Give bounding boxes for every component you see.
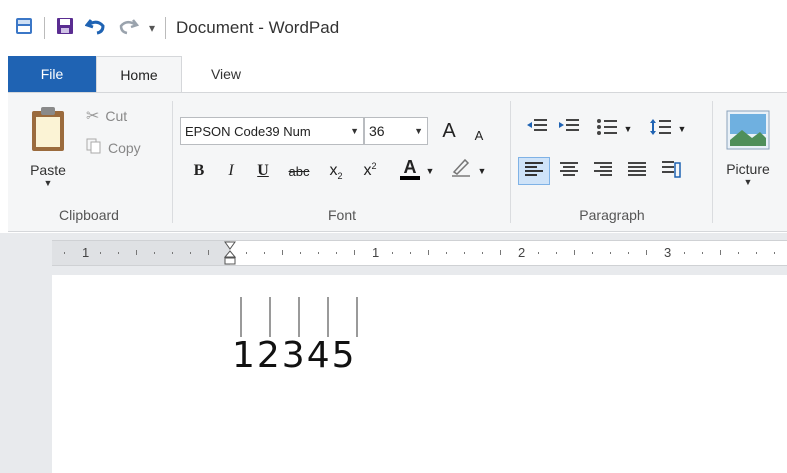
- highlighter-pen-icon: [450, 156, 472, 183]
- text-color-dropdown-icon[interactable]: ▼: [424, 159, 436, 183]
- justify-button[interactable]: [624, 159, 650, 183]
- text-color-icon: A: [403, 157, 417, 177]
- underline-button[interactable]: U: [252, 159, 274, 183]
- toolbar-separator: [165, 17, 167, 39]
- copy-icon: [86, 138, 102, 159]
- toolbar-separator: [44, 17, 45, 39]
- paragraph-settings-button[interactable]: [658, 159, 684, 183]
- font-group-label: Font: [327, 207, 356, 223]
- paste-button[interactable]: Paste ▼: [20, 101, 76, 191]
- align-center-icon: [559, 161, 579, 182]
- line-spacing-dropdown-icon[interactable]: ▼: [676, 117, 688, 141]
- tab-home[interactable]: Home: [96, 56, 182, 93]
- line-spacing-button[interactable]: [648, 117, 674, 141]
- increase-indent-button[interactable]: [556, 117, 582, 141]
- underline-icon: U: [257, 162, 269, 179]
- decrease-indent-button[interactable]: [524, 117, 550, 141]
- font-family-dropdown-icon[interactable]: ▼: [350, 126, 359, 136]
- tab-view[interactable]: View: [196, 56, 256, 92]
- bullet-list-button[interactable]: [594, 117, 620, 141]
- picture-label: Picture: [726, 160, 770, 177]
- cut-label: Cut: [105, 108, 128, 124]
- align-left-button[interactable]: [518, 157, 550, 185]
- ribbon-tabs: File Home View: [0, 56, 787, 93]
- ruler-area: 1 1 2 3: [0, 233, 787, 275]
- paste-dropdown-icon[interactable]: ▼: [44, 178, 53, 188]
- align-left-icon: [524, 161, 544, 182]
- document-text[interactable]: 12345: [232, 335, 357, 376]
- ribbon: Paste ▼ ✂ Cut Copy Clipboard EPSON Code3…: [8, 92, 787, 232]
- paste-label: Paste: [30, 161, 66, 178]
- italic-button[interactable]: I: [220, 159, 242, 183]
- copy-label: Copy: [108, 140, 141, 156]
- quick-access-toolbar: ▾: [14, 16, 167, 41]
- highlight-button[interactable]: [448, 157, 474, 181]
- app-icon[interactable]: [14, 16, 34, 41]
- line-spacing-icon: [650, 118, 672, 141]
- group-separator: [172, 101, 173, 223]
- document-background: 12345: [0, 275, 787, 473]
- superscript-marker-icon: 2: [371, 161, 377, 171]
- scissors-icon: ✂: [86, 108, 100, 125]
- subscript-marker-icon: 2: [337, 171, 343, 181]
- cut-button[interactable]: ✂ Cut: [86, 103, 156, 129]
- shrink-font-icon: A: [474, 127, 484, 143]
- undo-icon[interactable]: [84, 16, 107, 41]
- group-separator: [712, 101, 713, 223]
- picture-dropdown-icon[interactable]: ▼: [744, 177, 753, 187]
- picture-button[interactable]: Picture ▼: [718, 103, 778, 193]
- bullet-list-icon: [596, 118, 618, 141]
- paragraph-group-label: Paragraph: [579, 207, 645, 223]
- bold-icon: B: [193, 162, 205, 179]
- grow-font-icon: A: [442, 119, 456, 142]
- clipboard-group: Paste ▼ ✂ Cut Copy Clipboard: [8, 93, 170, 231]
- superscript-icon: x: [363, 162, 372, 179]
- grow-font-button[interactable]: A: [438, 119, 460, 143]
- subscript-button[interactable]: x2: [324, 159, 348, 183]
- barcode-bar: [298, 297, 300, 337]
- window-title: Document - WordPad: [176, 18, 340, 37]
- superscript-button[interactable]: x2: [358, 159, 382, 183]
- group-separator: [510, 101, 511, 223]
- highlight-dropdown-icon[interactable]: ▼: [476, 159, 488, 183]
- barcode-bar: [356, 297, 358, 337]
- picture-icon: [726, 110, 770, 155]
- tab-file[interactable]: File: [8, 56, 96, 92]
- redo-icon[interactable]: [117, 16, 140, 41]
- font-family-select[interactable]: EPSON Code39 Num ▼: [180, 117, 364, 145]
- font-size-select[interactable]: 36 ▼: [364, 117, 428, 145]
- font-family-value: EPSON Code39 Num: [185, 123, 311, 139]
- increase-indent-icon: [558, 118, 580, 141]
- clipboard-group-label: Clipboard: [59, 207, 119, 223]
- customize-qat-chevron-icon[interactable]: ▾: [149, 21, 155, 35]
- decrease-indent-icon: [526, 118, 548, 141]
- barcode-bar: [269, 297, 271, 337]
- justify-icon: [627, 161, 647, 182]
- save-icon[interactable]: [55, 16, 75, 41]
- shrink-font-button[interactable]: A: [470, 123, 488, 147]
- text-color-bar: [400, 176, 420, 180]
- title-bar: ▾ Document - WordPad: [0, 0, 787, 56]
- ruler[interactable]: 1 1 2 3: [52, 240, 787, 266]
- font-size-value: 36: [369, 123, 385, 139]
- bullet-list-dropdown-icon[interactable]: ▼: [622, 117, 634, 141]
- align-center-button[interactable]: [556, 159, 582, 183]
- ruler-ticks: [64, 250, 775, 255]
- bold-button[interactable]: B: [188, 159, 210, 183]
- text-color-button[interactable]: A: [398, 157, 422, 181]
- subscript-icon: x: [329, 162, 338, 179]
- document-page[interactable]: 12345: [52, 275, 787, 473]
- copy-button[interactable]: Copy: [86, 135, 162, 161]
- barcode-bar: [240, 297, 242, 337]
- align-right-button[interactable]: [590, 159, 616, 183]
- strikethrough-button[interactable]: abc: [284, 159, 314, 183]
- barcode-bar: [327, 297, 329, 337]
- align-right-icon: [593, 161, 613, 182]
- paste-icon: [28, 105, 68, 158]
- font-size-dropdown-icon[interactable]: ▼: [414, 126, 423, 136]
- paragraph-dialog-icon: [661, 160, 681, 183]
- strikethrough-icon: abc: [288, 163, 310, 179]
- italic-icon: I: [228, 162, 234, 179]
